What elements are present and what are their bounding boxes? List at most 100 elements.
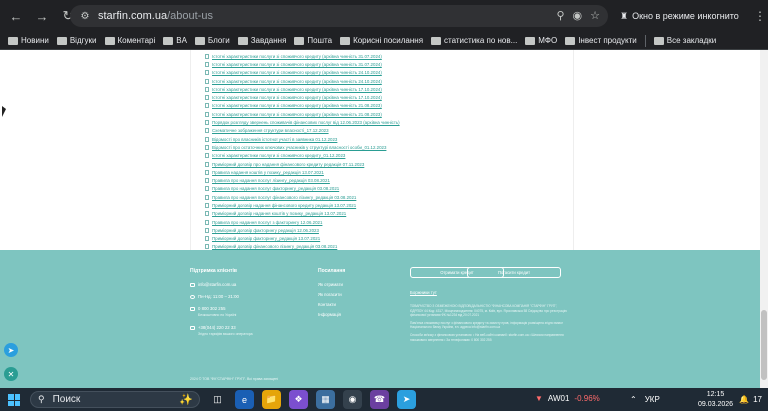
document-icon [205, 70, 209, 76]
document-link[interactable]: Правила надання коштів у позику_редакція… [205, 168, 565, 176]
bookmark-folder[interactable]: Інвест продукти [565, 36, 637, 45]
document-icon [205, 78, 209, 84]
bookmark-folder[interactable]: статистика по нов... [431, 36, 517, 45]
support-email[interactable]: info@starfin.com.ua [198, 282, 236, 287]
folder-icon [237, 36, 248, 45]
address-bar[interactable]: ⚙ starfin.com.ua/about-us ⚲ ◉ ☆ [70, 5, 608, 27]
incognito-indicator[interactable]: ♜ Окно в режиме инкогнито [620, 7, 739, 25]
mail-icon [190, 283, 195, 287]
tray-chevron-icon[interactable]: ⌃ [630, 395, 637, 404]
folder-icon [194, 36, 205, 45]
chrome-icon[interactable]: ◉ [343, 390, 362, 409]
document-link[interactable]: Істотні характеристики послуги зі спожив… [205, 69, 565, 77]
document-title: Правила про надання послуг фінансового л… [212, 194, 357, 200]
windows-start-icon[interactable] [8, 394, 20, 406]
bookmark-folder[interactable]: Блоги [194, 36, 230, 45]
nav-link[interactable]: Як отримати [318, 282, 343, 287]
phone-icon [190, 326, 195, 330]
document-title: Приміорний договір надання фінансового к… [212, 202, 357, 208]
document-link[interactable]: Істотні характеристики послуги зі спожив… [205, 77, 565, 85]
document-link[interactable]: Приміорний договір факторингу_редакція 1… [205, 235, 565, 243]
folder-icon [56, 36, 67, 45]
telegram-icon[interactable]: ➤ [4, 343, 18, 357]
edge-icon[interactable]: e [235, 390, 254, 409]
folder-icon [525, 36, 536, 45]
menu-icon[interactable]: ⋮ [754, 9, 766, 23]
document-link[interactable]: Істотні характеристики послуги зі спожив… [205, 60, 565, 68]
document-link[interactable]: Істотні характеристики послуги зі спожив… [205, 110, 565, 118]
document-title: Відомості про власників істотної участі … [212, 136, 338, 142]
repay-credit-button[interactable]: Погасити кредит [467, 267, 561, 278]
forward-icon[interactable]: → [32, 6, 52, 26]
documents-list: Істотні характеристики послуги зі спожив… [205, 52, 565, 251]
document-link[interactable]: Схематичне зображення структури власност… [205, 127, 565, 135]
bookmark-folder[interactable]: Корисні посилання [340, 36, 423, 45]
viber-icon[interactable]: ☎ [370, 390, 389, 409]
document-link[interactable]: Правила про надання послуг факторингу_ре… [205, 185, 565, 193]
phone-free[interactable]: 0 800 302 255 [198, 306, 225, 311]
document-link[interactable]: Відомості про остаточних ключових учасни… [205, 143, 565, 151]
document-link[interactable]: Правила про надання послуг лізингу_редак… [205, 176, 565, 184]
copilot-icon[interactable]: ❖ [289, 390, 308, 409]
document-icon [205, 120, 209, 126]
document-link[interactable]: Приміорний договір про надання фінансово… [205, 160, 565, 168]
document-link[interactable]: Істотні характеристики послуги зі спожив… [205, 152, 565, 160]
phone-paid[interactable]: +38(044) 220 22 33 [198, 325, 236, 330]
document-link[interactable]: Відомості про власників істотної участі … [205, 135, 565, 143]
document-link[interactable]: Істотні характеристики послуги зі спожив… [205, 85, 565, 93]
document-link[interactable]: Приміорний договір надання коштів у пози… [205, 210, 565, 218]
document-title: Порядок розгляду звернень споживачів фін… [212, 120, 400, 126]
page-scrollbar[interactable] [760, 50, 768, 388]
document-title: Схематичне зображення структури власност… [212, 128, 329, 134]
document-icon [205, 111, 209, 117]
taskbar-search[interactable]: ⚲ Поиск ✨ [30, 391, 200, 408]
debtors-link[interactable]: Боржники тут [410, 290, 437, 295]
copyright: 2024 © ТОВ "ФК"СТАРФІН" ГРУП". Всі права… [190, 377, 279, 381]
task-view-icon[interactable]: ◫ [208, 390, 227, 409]
zoom-icon[interactable]: ⚲ [556, 9, 564, 22]
file-explorer-icon[interactable]: 📁 [262, 390, 281, 409]
url-text[interactable]: starfin.com.ua/about-us [98, 10, 213, 22]
all-bookmarks[interactable]: Все закладки [653, 36, 716, 45]
bookmark-folder[interactable]: Відгуки [56, 36, 97, 45]
document-link[interactable]: Приміорний договір факторингу редакція 1… [205, 226, 565, 234]
bookmark-folder[interactable]: Коментарі [104, 36, 155, 45]
document-title: Істотні характеристики послуги зі спожив… [212, 78, 382, 84]
document-link[interactable]: Істотні характеристики послуги зі спожив… [205, 102, 565, 110]
nav-link[interactable]: Інформація [318, 312, 341, 317]
bookmark-folder[interactable]: Завдання [237, 36, 286, 45]
document-link[interactable]: Порядок розгляду звернень споживачів фін… [205, 118, 565, 126]
telegram-app-icon[interactable]: ➤ [397, 390, 416, 409]
document-link[interactable]: Правила про надання послуг фінансового л… [205, 193, 565, 201]
document-link[interactable]: Істотні характеристики послуги зі спожив… [205, 93, 565, 101]
nav-link[interactable]: Як погасити [318, 292, 342, 297]
document-link[interactable]: Приміорний договір надання фінансового к… [205, 201, 565, 209]
bookmark-folder[interactable]: BA [163, 36, 187, 45]
nav-link[interactable]: Контакти [318, 302, 336, 307]
document-link[interactable]: Істотні характеристики послуги зі спожив… [205, 52, 565, 60]
store-icon[interactable]: ▦ [316, 390, 335, 409]
document-icon [205, 103, 209, 109]
language-indicator[interactable]: УКР [645, 395, 660, 404]
document-title: Приміорний договір надання коштів у пози… [212, 211, 347, 217]
bookmark-folder[interactable]: МФО [525, 36, 557, 45]
clock[interactable]: 12:15 09.03.2026 [698, 390, 733, 410]
folder-icon [565, 36, 576, 45]
close-icon[interactable]: ✕ [4, 367, 18, 381]
back-icon[interactable]: ← [6, 6, 26, 26]
stock-widget[interactable]: ▼ AW01 -0.96% [535, 394, 600, 403]
document-link[interactable]: Правила про надання послуг з факторингу … [205, 218, 565, 226]
search-placeholder: Поиск [52, 394, 81, 405]
document-title: Приміорний договір факторингу редакція 1… [212, 227, 319, 233]
scrollbar-thumb[interactable] [761, 310, 767, 380]
eye-off-icon[interactable]: ◉ [573, 9, 583, 22]
site-info-icon[interactable]: ⚙ [78, 9, 92, 23]
notification-icon[interactable]: 🔔 [739, 395, 749, 404]
bookmark-folder[interactable]: Пошта [294, 36, 332, 45]
document-icon [205, 236, 209, 242]
bookmark-folder[interactable]: Новини [8, 36, 49, 45]
bookmark-star-icon[interactable]: ☆ [590, 9, 600, 22]
phone-free-note: Безкоштовно по Україні [198, 313, 237, 317]
support-title: Підтримка клієнтів [190, 268, 237, 274]
document-icon [205, 153, 209, 159]
